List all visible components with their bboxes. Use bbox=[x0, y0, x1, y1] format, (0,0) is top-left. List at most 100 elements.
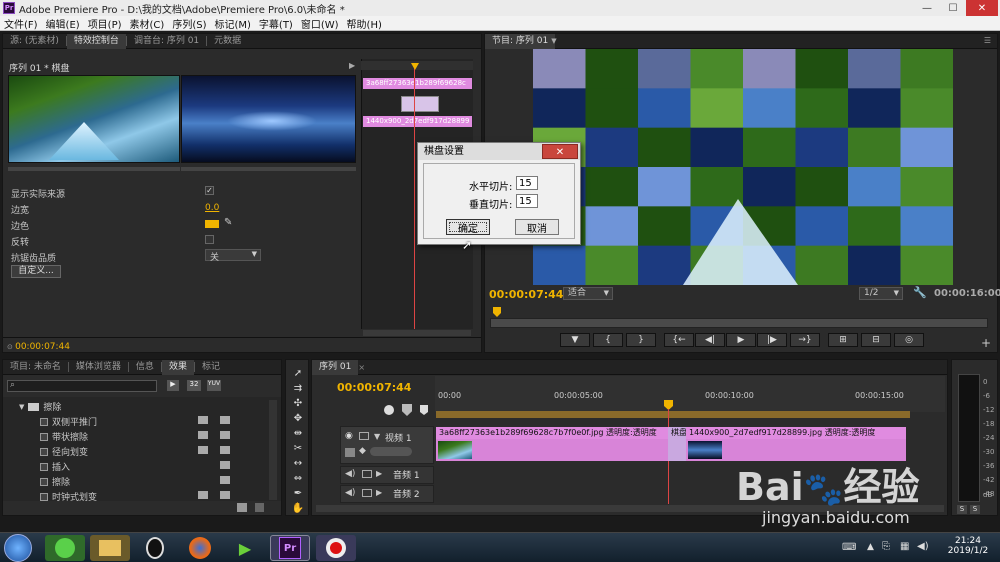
yuv-effects-icon[interactable]: YUV bbox=[207, 380, 221, 391]
tab-source[interactable]: 源: (无素材) bbox=[3, 34, 66, 49]
pen-tool-icon[interactable]: ✒ bbox=[290, 488, 306, 500]
lift-button[interactable]: ⊞ bbox=[828, 333, 858, 347]
ripple-edit-tool-icon[interactable]: ✣ bbox=[290, 398, 306, 410]
tab-program[interactable]: 节目: 序列 01 bbox=[485, 33, 556, 49]
reverse-checkbox[interactable] bbox=[205, 235, 214, 244]
selection-tool-icon[interactable]: ➚ bbox=[290, 368, 306, 380]
effect-item[interactable]: 双侧平推门 bbox=[40, 415, 97, 428]
menu-clip[interactable]: 素材(C) bbox=[126, 16, 169, 31]
eyedropper-icon[interactable]: ✎ bbox=[224, 217, 232, 228]
solo-right-button[interactable]: S bbox=[970, 505, 980, 514]
menu-sequence[interactable]: 序列(S) bbox=[168, 16, 210, 31]
razor-tool-icon[interactable]: ✂ bbox=[290, 443, 306, 455]
add-button-icon[interactable]: + bbox=[981, 336, 991, 350]
mini-transition[interactable] bbox=[401, 96, 439, 112]
clock[interactable]: 21:24 2019/1/2 bbox=[946, 536, 990, 556]
effect-item[interactable]: 插入 bbox=[40, 460, 70, 473]
mini-scrollbar[interactable] bbox=[363, 330, 471, 336]
mark-in-button[interactable]: { bbox=[593, 333, 623, 347]
timeline-timecode[interactable]: 00:00:07:44 bbox=[337, 381, 411, 394]
effect-item[interactable]: 径向划变 bbox=[40, 445, 88, 458]
chevron-down-icon[interactable]: ▼ bbox=[551, 37, 556, 45]
tab-audio-mixer[interactable]: 调音台: 序列 01 bbox=[127, 34, 206, 49]
ok-button[interactable]: 确定 bbox=[446, 219, 490, 235]
tab-sequence[interactable]: 序列 01 bbox=[312, 359, 359, 375]
effects-search-input[interactable]: ⌕ bbox=[7, 380, 157, 392]
menu-marker[interactable]: 标记(M) bbox=[210, 16, 254, 31]
keyframe-nav[interactable] bbox=[370, 447, 412, 456]
accelerated-effects-icon[interactable]: ▶ bbox=[167, 380, 179, 391]
network-icon[interactable]: ▦ bbox=[900, 541, 909, 552]
border-color-swatch[interactable] bbox=[205, 220, 219, 228]
keyboard-icon[interactable]: ⌨ bbox=[842, 542, 856, 553]
speaker-icon[interactable]: ◀) bbox=[345, 469, 355, 479]
effect-item[interactable]: 带状擦除 bbox=[40, 430, 88, 443]
mini-clip-b[interactable]: 1440x900_2d7edf917d28899 bbox=[363, 116, 472, 127]
maximize-icon[interactable]: ☐ bbox=[940, 0, 966, 16]
menu-file[interactable]: 文件(F) bbox=[0, 16, 42, 31]
triangle-right-icon[interactable]: ▶ bbox=[376, 488, 382, 497]
lock-icon[interactable] bbox=[359, 432, 369, 440]
display-style-icon[interactable] bbox=[345, 448, 355, 457]
new-bin-icon[interactable] bbox=[237, 503, 247, 512]
menu-window[interactable]: 窗口(W) bbox=[297, 16, 343, 31]
taskbar-camtasia-icon[interactable]: ▶ bbox=[225, 535, 265, 561]
timeline-clip-a[interactable]: 3a68ff27363e1b289f69628c7b7f0e0f.jpg 透明度… bbox=[436, 427, 668, 439]
minimize-icon[interactable]: — bbox=[914, 0, 940, 16]
lock-icon[interactable] bbox=[362, 489, 372, 497]
tab-effect-controls[interactable]: 特效控制台 bbox=[66, 33, 126, 49]
triangle-down-icon[interactable]: ▼ bbox=[374, 432, 380, 441]
speaker-icon[interactable]: ◀) bbox=[345, 488, 355, 498]
solo-left-button[interactable]: S bbox=[957, 505, 967, 514]
tab-info[interactable]: 信息 bbox=[129, 360, 161, 375]
taskbar-recorder-icon[interactable] bbox=[316, 535, 356, 561]
tab-project[interactable]: 项目: 未命名 bbox=[3, 360, 68, 375]
expand-arrow-icon[interactable]: ▶ bbox=[349, 61, 355, 70]
add-marker-icon[interactable] bbox=[420, 405, 428, 415]
menu-edit[interactable]: 编辑(E) bbox=[42, 16, 84, 31]
extract-button[interactable]: ⊟ bbox=[861, 333, 891, 347]
lock-icon[interactable] bbox=[362, 470, 372, 478]
add-marker-button[interactable]: ▼ bbox=[560, 333, 590, 347]
custom-button[interactable]: 自定义... bbox=[11, 265, 61, 278]
set-marker-icon[interactable] bbox=[402, 404, 412, 416]
timeline-h-scrollbar[interactable] bbox=[436, 505, 944, 512]
tab-media-browser[interactable]: 媒体浏览器 bbox=[69, 360, 128, 375]
clip-b-body[interactable] bbox=[686, 439, 906, 461]
taskbar-explorer-icon[interactable] bbox=[90, 535, 130, 561]
taskbar-firefox-icon[interactable] bbox=[180, 535, 220, 561]
hand-tool-icon[interactable]: ✋ bbox=[290, 503, 306, 515]
play-button[interactable]: ▶ bbox=[726, 333, 756, 347]
taskbar-premiere-icon[interactable]: Pr bbox=[270, 535, 310, 561]
usb-icon[interactable]: ⎘ bbox=[882, 541, 890, 552]
work-area-bar[interactable] bbox=[436, 411, 910, 418]
tab-markers[interactable]: 标记 bbox=[195, 360, 227, 375]
timeline-clip-b[interactable]: 1440x900_2d7edf917d28899.jpg 透明度:透明度 bbox=[686, 427, 906, 439]
snap-icon[interactable] bbox=[384, 405, 394, 415]
effect-item[interactable]: 时钟式划变 bbox=[40, 490, 97, 503]
timeline-zoom-scroll[interactable] bbox=[316, 505, 436, 512]
horizontal-slices-input[interactable] bbox=[516, 176, 538, 190]
cancel-button[interactable]: 取消 bbox=[515, 219, 559, 235]
panel-menu-icon[interactable]: ☰ bbox=[984, 36, 991, 45]
close-icon[interactable]: × bbox=[358, 363, 365, 372]
go-to-in-button[interactable]: {← bbox=[664, 333, 694, 347]
step-back-button[interactable]: ◀| bbox=[695, 333, 725, 347]
border-width-value[interactable]: 0.0 bbox=[205, 203, 219, 213]
wrench-icon[interactable]: 🔧 bbox=[913, 286, 927, 299]
32bit-effects-icon[interactable]: 32 bbox=[187, 380, 201, 391]
menu-title[interactable]: 字幕(T) bbox=[255, 16, 297, 31]
clip-a-body[interactable] bbox=[436, 439, 668, 461]
triangle-right-icon[interactable]: ▶ bbox=[376, 469, 382, 478]
close-icon[interactable]: ✕ bbox=[966, 0, 998, 16]
dialog-close-icon[interactable]: ✕ bbox=[542, 144, 578, 159]
keyframe-icon[interactable]: ◆ bbox=[359, 446, 366, 456]
step-forward-button[interactable]: |▶ bbox=[757, 333, 787, 347]
folder-wipe[interactable]: ▼ 擦除 bbox=[19, 400, 61, 413]
start-button[interactable] bbox=[4, 534, 32, 562]
menu-project[interactable]: 项目(P) bbox=[84, 16, 126, 31]
program-playhead-handle[interactable] bbox=[493, 307, 501, 317]
tab-metadata[interactable]: 元数据 bbox=[207, 34, 248, 49]
rate-stretch-tool-icon[interactable]: ⇹ bbox=[290, 428, 306, 440]
go-to-out-button[interactable]: →} bbox=[790, 333, 820, 347]
